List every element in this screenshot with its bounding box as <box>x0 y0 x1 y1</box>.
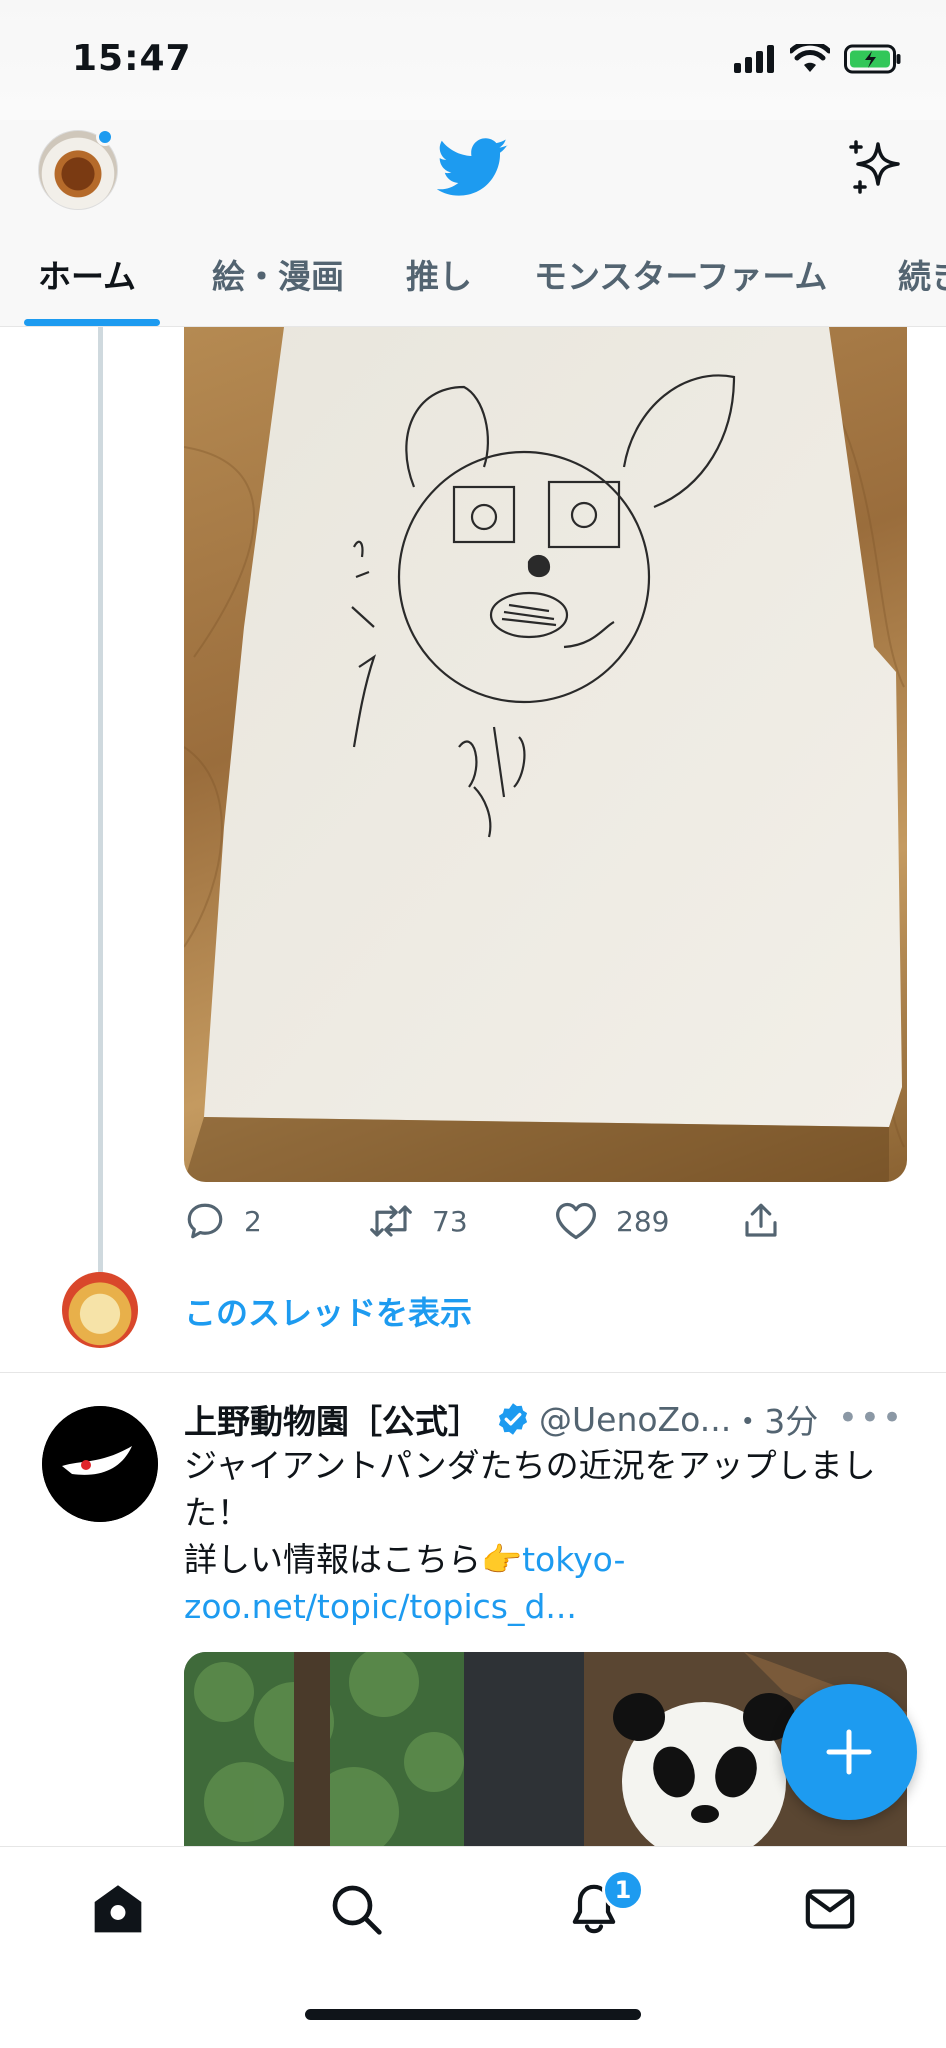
sparkle-icon[interactable] <box>846 138 906 198</box>
author-name[interactable]: 上野動物園［公式］ <box>184 1395 481 1443</box>
home-indicator <box>305 2009 641 2020</box>
reply-button[interactable]: 2 <box>184 1200 262 1242</box>
tweet-image-drawing[interactable] <box>184 327 907 1182</box>
plus-icon <box>826 1729 872 1775</box>
notification-dot <box>96 128 114 146</box>
tab-art-manga[interactable]: 絵・漫画 <box>212 250 344 298</box>
nav-search[interactable] <box>326 1879 386 1939</box>
reply-count: 2 <box>244 1204 262 1238</box>
active-tab-indicator <box>24 319 160 326</box>
search-icon <box>332 1885 382 1935</box>
retweet-button[interactable]: 73 <box>368 1200 468 1242</box>
tweet-text: ジャイアントパンダたちの近況をアップしました！ 詳しい情報はこちら👉tokyo-… <box>184 1442 904 1630</box>
show-thread-link[interactable]: このスレッドを表示 <box>184 1288 472 1334</box>
retweet-icon <box>370 1205 412 1237</box>
tweet-time: ・3分 <box>731 1402 819 1441</box>
nav-home[interactable] <box>88 1879 148 1939</box>
author-handle[interactable]: @UenoZo... <box>539 1400 731 1439</box>
share-icon <box>745 1203 777 1237</box>
battery-icon <box>844 44 901 74</box>
reply-icon <box>187 1203 223 1239</box>
like-count: 289 <box>616 1204 670 1238</box>
tab-oshi[interactable]: 推し <box>406 250 472 298</box>
tab-monster-farm[interactable]: モンスターファーム <box>534 250 827 298</box>
zoo-logo <box>42 1406 158 1522</box>
status-bar: 15:47 <box>0 0 946 120</box>
status-time: 15:47 <box>72 38 192 79</box>
notification-badge: 1 <box>602 1869 644 1911</box>
home-icon <box>94 1885 142 1933</box>
mail-icon <box>805 1889 855 1929</box>
thread-connector <box>98 327 103 1277</box>
top-header <box>0 120 946 230</box>
more-options-icon[interactable]: ••• <box>838 1398 904 1438</box>
like-button[interactable]: 289 <box>554 1200 669 1242</box>
retweet-count: 73 <box>432 1204 468 1238</box>
wifi-icon <box>790 44 830 72</box>
ueno-zoo-avatar[interactable] <box>42 1406 158 1522</box>
twitter-bird-icon[interactable] <box>437 138 509 198</box>
timeline-tabs: ホーム 絵・漫画 推し モンスターファーム 続き <box>0 230 946 327</box>
verified-badge-icon <box>495 1401 531 1437</box>
tweet-line-2-prefix: 詳しい情報はこちら👉 <box>184 1540 523 1579</box>
signal-icon <box>734 45 774 73</box>
nav-messages[interactable] <box>800 1879 860 1939</box>
thread-author-avatar[interactable] <box>62 1272 138 1348</box>
tab-more[interactable]: 続き <box>898 250 946 298</box>
tweet-divider <box>0 1372 946 1373</box>
tweet-line-1: ジャイアントパンダたちの近況をアップしました！ <box>184 1446 876 1532</box>
tab-home[interactable]: ホーム <box>38 250 136 298</box>
share-button[interactable] <box>740 1200 782 1242</box>
heart-icon <box>556 1202 596 1240</box>
tweet-header: 上野動物園［公式］ @UenoZo... ・3分 ••• <box>184 1396 904 1442</box>
bottom-navigation: 1 <box>0 1846 946 2048</box>
drawing-photo <box>184 327 905 1182</box>
tweet-actions: 2 73 289 <box>184 1200 907 1250</box>
status-icons <box>734 44 902 74</box>
compose-tweet-button[interactable] <box>781 1684 917 1820</box>
